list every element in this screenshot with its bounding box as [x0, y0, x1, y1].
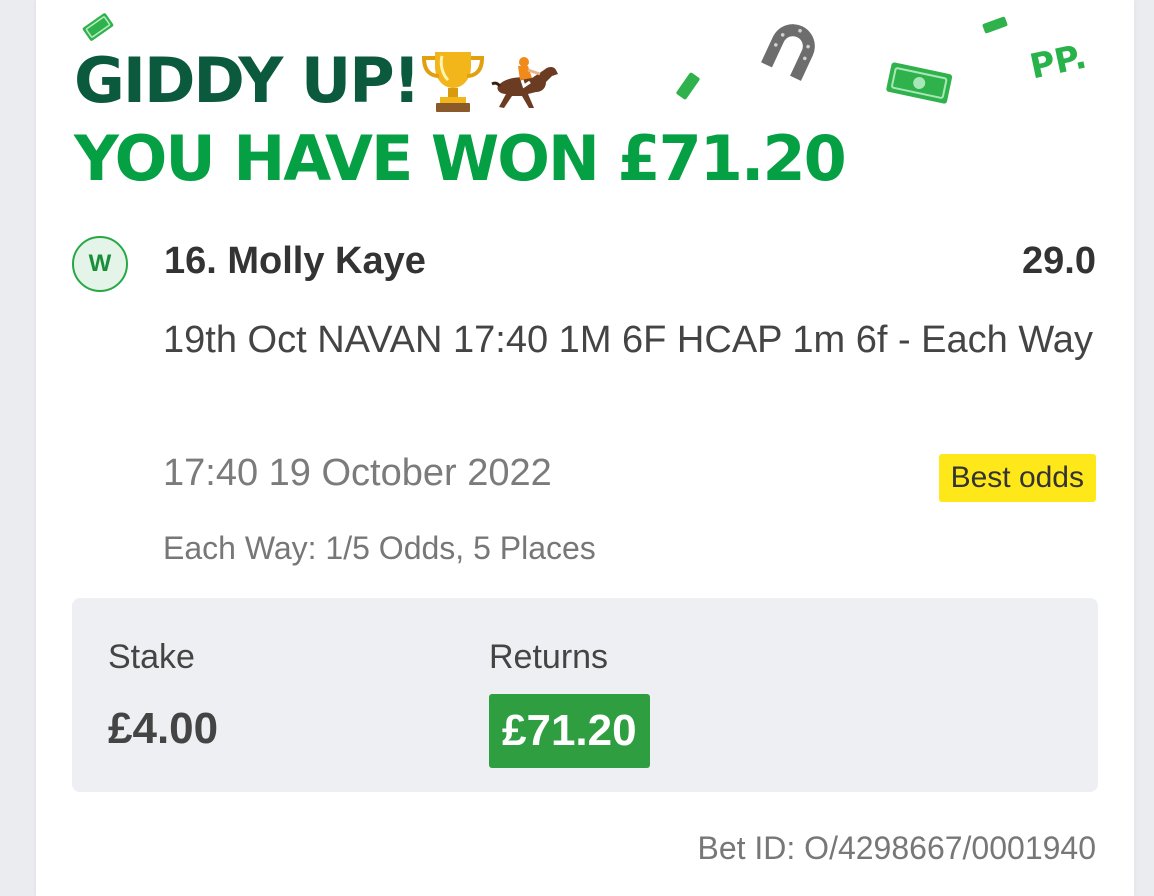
- stake-label: Stake: [108, 638, 195, 676]
- bet-id: Bet ID: O/4298667/0001940: [697, 830, 1096, 866]
- win-badge-icon: W: [72, 236, 128, 292]
- winnings-headline: YOU HAVE WON £71.20: [74, 122, 847, 195]
- trophy-icon: [421, 52, 485, 112]
- money-bill-icon: [82, 13, 114, 41]
- best-odds-badge: Best odds: [938, 454, 1096, 502]
- bet-receipt-card: PP. GIDDY UP! YOU HAVE WON £71.20 W 16. …: [36, 0, 1134, 896]
- win-headline: GIDDY UP!: [74, 44, 421, 117]
- win-banner: PP. GIDDY UP! YOU HAVE WON £71.20: [36, 0, 1134, 210]
- money-bill-icon: [886, 62, 953, 104]
- stake-value: £4.00: [108, 704, 219, 753]
- each-way-terms: Each Way: 1/5 Odds, 5 Places: [163, 530, 596, 566]
- stake-returns-panel: Stake £4.00 Returns £71.20: [72, 598, 1098, 792]
- selection-odds: 29.0: [1022, 240, 1096, 282]
- money-bill-icon: [982, 16, 1008, 34]
- horseshoe-icon: [761, 24, 815, 81]
- returns-label: Returns: [489, 638, 609, 676]
- market-description: 19th Oct NAVAN 17:40 1M 6F HCAP 1m 6f - …: [163, 319, 1093, 361]
- event-time: 17:40 19 October 2022: [163, 452, 552, 494]
- returns-value: £71.20: [489, 694, 650, 768]
- money-bill-icon: [676, 72, 700, 100]
- selection-name: 16. Molly Kaye: [164, 240, 426, 282]
- brand-mark: PP.: [1026, 36, 1091, 88]
- horse-racing-icon: [491, 57, 558, 108]
